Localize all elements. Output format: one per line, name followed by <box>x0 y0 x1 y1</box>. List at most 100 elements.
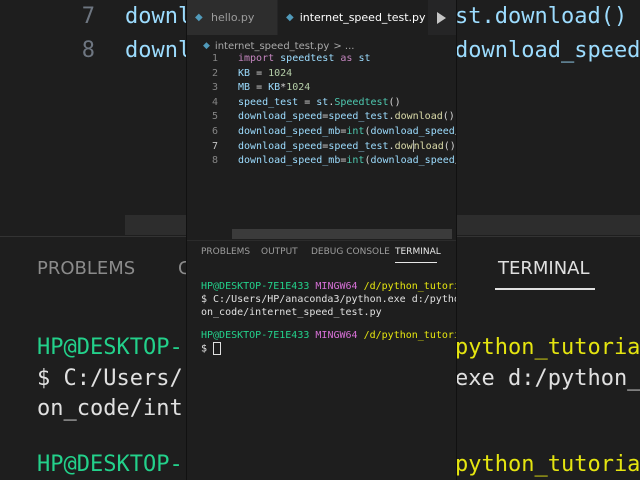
code-token: dow <box>394 140 413 152</box>
code-line[interactable]: 4 speed_test = st.Speedtest() <box>187 95 456 110</box>
code-token: import <box>238 53 281 64</box>
tab-label: internet_speed_test.py <box>299 11 426 24</box>
code-token: download_speed <box>370 126 455 137</box>
background-command-cont: on_code/int <box>37 396 183 421</box>
code-token: st <box>358 53 371 64</box>
code-token: download <box>394 111 443 123</box>
code-line[interactable]: 3 MB = KB*1024 <box>187 80 456 95</box>
terminal-input-line[interactable]: $ <box>201 342 222 356</box>
code-line[interactable]: 7 download_speed=speed_test.download() <box>187 139 456 154</box>
code-token: () <box>388 96 401 108</box>
code-token: 1024 <box>286 82 311 94</box>
background-prompt-user-2: HP@DESKTOP- <box>37 452 183 477</box>
code-token: () <box>443 140 456 152</box>
tab-problems[interactable]: PROBLEMS <box>201 247 250 257</box>
run-python-file-icon[interactable] <box>437 12 446 24</box>
code-token: download_speed <box>370 155 455 167</box>
background-command: $ C:/Users/ <box>37 366 183 391</box>
code-token: nload <box>413 140 444 152</box>
background-tab-underline <box>495 288 595 290</box>
code-token: = <box>256 67 269 79</box>
code-token: / <box>455 155 456 166</box>
code-token: download_speed <box>238 140 323 152</box>
code-token: int <box>346 155 365 167</box>
background-code-text: downl <box>125 4 192 29</box>
tab-output[interactable]: OUTPUT <box>261 247 298 257</box>
code-token: KB <box>238 67 257 79</box>
background-line-number: 8 <box>81 38 95 63</box>
terminal-prompt-line: HP@DESKTOP-7E1E433 MINGW64 /d/python_tut… <box>201 280 456 293</box>
tab-hello-py[interactable]: ◆ hello.py <box>187 0 277 35</box>
code-text: KB = 1024 <box>238 66 292 81</box>
code-text: download_speed_mb=int(download_speed/ <box>238 153 456 168</box>
background-prompt-path-2: python_tutorial <box>455 452 640 477</box>
terminal-shell: MINGW64 <box>315 330 358 341</box>
code-token: download_speed <box>238 111 323 123</box>
code-text: speed_test = st.Speedtest() <box>238 95 401 110</box>
code-token: = <box>256 82 269 94</box>
code-token: = <box>304 96 317 108</box>
code-token: speed_test <box>328 140 389 152</box>
background-code-suffix: download_speed/ <box>455 38 640 63</box>
line-number: 1 <box>211 53 218 64</box>
code-text: download_speed=speed_test.download() <box>238 139 456 154</box>
code-token: download_speed_mb <box>238 126 341 137</box>
active-tab-underline <box>395 262 437 263</box>
tab-terminal[interactable]: TERMINAL <box>395 247 441 257</box>
code-text: download_speed=speed_test.download() <box>238 109 455 124</box>
terminal-user: HP@DESKTOP-7E1E433 <box>201 330 310 341</box>
terminal-command-cont: on_code/internet_speed_test.py <box>201 307 382 318</box>
code-token: KB <box>268 82 281 94</box>
editor-tab-bar: ◆ hello.py ◆ internet_speed_test.py <box>187 0 456 35</box>
bottom-panel: PROBLEMS OUTPUT DEBUG CONSOLE TERMINAL H… <box>187 240 456 480</box>
tab-debug-console[interactable]: DEBUG CONSOLE <box>311 247 390 257</box>
code-line[interactable]: 8 download_speed_mb=int(download_speed/ <box>187 153 456 168</box>
background-code-suffix: st.download() <box>455 4 628 29</box>
background-command-mid: exe d:/python_t <box>455 366 640 391</box>
tab-label: hello.py <box>211 11 255 24</box>
code-text: MB = KB*1024 <box>238 80 310 95</box>
terminal-cursor <box>213 342 222 355</box>
code-editor[interactable]: 1 import speedtest as st 2 KB = 1024 3 MB = K… <box>187 50 456 240</box>
code-line[interactable]: 5 download_speed=speed_test.download() <box>187 109 456 124</box>
code-line[interactable]: 2 KB = 1024 <box>187 66 456 81</box>
vscode-window: ◆ hello.py ◆ internet_speed_test.py ◆ in… <box>186 0 457 480</box>
code-token: download_speed_mb <box>238 155 341 167</box>
tab-internet-speed-test-py[interactable]: ◆ internet_speed_test.py <box>278 0 428 35</box>
terminal-path: /d/python_tutorial <box>363 281 456 292</box>
code-token: speed_test <box>328 111 389 123</box>
line-number: 6 <box>211 126 218 137</box>
line-number: 5 <box>211 111 218 123</box>
code-token: / <box>455 126 456 137</box>
code-token: () <box>442 111 455 123</box>
code-text: download_speed_mb=int(download_speed/ <box>238 124 456 139</box>
code-token: speedtest <box>280 53 341 64</box>
code-token: as <box>340 53 359 64</box>
line-number: 3 <box>211 82 218 94</box>
terminal-path: /d/python_tutorial <box>363 330 456 341</box>
background-code-text: downl <box>125 38 192 63</box>
terminal-prompt-line-2: HP@DESKTOP-7E1E433 MINGW64 /d/python_tut… <box>201 329 456 342</box>
line-number: 4 <box>211 96 218 108</box>
background-prompt-path: python_tutorial <box>455 335 640 360</box>
line-number: 2 <box>211 67 218 79</box>
code-text: import speedtest as st <box>238 51 370 66</box>
code-token: Speedtest <box>334 96 389 108</box>
code-line[interactable]: 6 download_speed_mb=int(download_speed/ <box>187 124 456 139</box>
code-token: int <box>346 126 365 137</box>
line-number: 8 <box>211 155 218 167</box>
horizontal-scrollbar[interactable] <box>232 229 452 239</box>
background-tab-problems: PROBLEMS <box>37 258 136 279</box>
code-line[interactable]: 1 import speedtest as st <box>187 51 456 66</box>
python-file-icon: ◆ <box>286 11 294 23</box>
background-line-number: 7 <box>81 4 95 29</box>
background-tab-terminal: TERMINAL <box>498 258 590 279</box>
terminal-command: $ C:/Users/HP/anaconda3/python.exe d:/py… <box>201 294 457 305</box>
background-prompt-user: HP@DESKTOP- <box>37 335 183 360</box>
terminal-prompt-symbol: $ <box>201 343 208 355</box>
code-token: 1024 <box>268 67 293 79</box>
code-token: MB <box>238 82 257 94</box>
terminal-shell: MINGW64 <box>315 281 358 292</box>
terminal-user: HP@DESKTOP-7E1E433 <box>201 281 310 292</box>
line-number: 7 <box>211 140 218 152</box>
